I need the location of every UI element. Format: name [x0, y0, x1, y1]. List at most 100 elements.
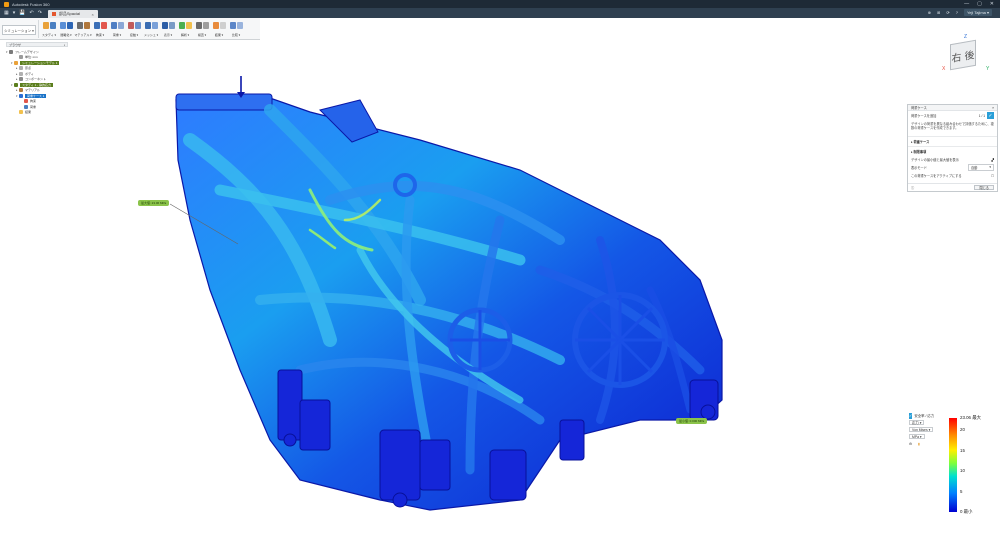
- ribbon-group-label[interactable]: マテリアル ▾: [74, 33, 91, 37]
- tab-close-icon[interactable]: ×: [92, 12, 94, 17]
- max-probe-label[interactable]: 最大値: 23.06 MPa: [138, 200, 170, 206]
- ribbon-tool-icon[interactable]: [66, 22, 73, 29]
- 3d-viewport[interactable]: 最大値: 23.06 MPa 最小値: 0.000 MPa: [0, 40, 1000, 554]
- browser-collapse-icon[interactable]: ▪: [64, 43, 65, 47]
- job-status-icon[interactable]: ⟳: [946, 10, 949, 15]
- ribbon-group-label[interactable]: 解析 ▾: [181, 33, 189, 37]
- close-window-button[interactable]: ✕: [990, 1, 994, 7]
- undo-icon[interactable]: ↶: [29, 10, 33, 16]
- help-icon[interactable]: ?: [956, 10, 958, 15]
- ribbon-group-3[interactable]: 拘束 ▾: [92, 20, 108, 37]
- ribbon-tool-icon[interactable]: [117, 22, 124, 29]
- ribbon-group-11[interactable]: 比較 ▾: [228, 20, 244, 37]
- ribbon-tool-icon[interactable]: [42, 22, 49, 29]
- minmax-toggle-icon[interactable]: ▞: [992, 158, 994, 162]
- ribbon-tool-icon[interactable]: [229, 22, 236, 29]
- load-case-dialog: 荷重ケース » 荷重ケースを追加 1 / 1 ✓ デザインの荷重を異なる組み合わ…: [907, 104, 998, 192]
- ribbon-tool-icon[interactable]: [93, 22, 100, 29]
- section-load-cases[interactable]: ▸ 荷重ケース: [908, 136, 997, 146]
- browser-title: ブラウザ: [9, 42, 22, 47]
- new-tab-icon[interactable]: ⊕: [928, 10, 931, 15]
- ribbon-group-1[interactable]: 簡略化 ▾: [58, 20, 74, 37]
- ribbon-group-label[interactable]: 荷重 ▾: [113, 33, 121, 37]
- user-account-menu[interactable]: Yeji Tajima ▾: [963, 9, 992, 16]
- ribbon-tool-icon[interactable]: [178, 22, 185, 29]
- ribbon-group-label[interactable]: 結果 ▾: [215, 33, 223, 37]
- browser-node[interactable]: ▾ シミュレーションモデル 1: [6, 60, 68, 66]
- legend-check-icon[interactable]: ✓: [909, 412, 913, 419]
- units-dropdown[interactable]: MPa ▾: [909, 434, 925, 439]
- ribbon-group-label[interactable]: スタディ ▾: [42, 33, 56, 37]
- tab-label: 部品Spacial: [58, 11, 81, 16]
- minimize-button[interactable]: —: [964, 1, 969, 7]
- ribbon-group-8[interactable]: 解析 ▾: [177, 20, 193, 37]
- file-menu-icon[interactable]: ▾: [13, 10, 16, 16]
- legend-settings-icon[interactable]: ⚙: [909, 442, 912, 446]
- ribbon-group-6[interactable]: メッシュ ▾: [143, 20, 159, 37]
- view-cube[interactable]: Z 右 後 X Y: [938, 34, 994, 78]
- ribbon-tool-icon[interactable]: [219, 22, 226, 29]
- ribbon-group-label[interactable]: 簡略化 ▾: [60, 33, 71, 37]
- ribbon-group-icons: [178, 20, 192, 31]
- ribbon-group-9[interactable]: 検査 ▾: [194, 20, 210, 37]
- ribbon-group-icons: [93, 20, 107, 31]
- browser-node-label: マテリアル: [25, 88, 40, 93]
- extensions-icon[interactable]: ⊞: [937, 10, 940, 15]
- ribbon-tool-icon[interactable]: [168, 22, 175, 29]
- ribbon-group-7[interactable]: 表示 ▾: [160, 20, 176, 37]
- ribbon-tool-icon[interactable]: [127, 22, 134, 29]
- ribbon-tool-icon[interactable]: [134, 22, 141, 29]
- ribbon-group-label[interactable]: メッシュ ▾: [144, 33, 158, 37]
- ribbon-group-2[interactable]: マテリアル ▾: [74, 20, 92, 37]
- ribbon-group-label[interactable]: 拘束 ▾: [96, 33, 104, 37]
- ribbon-group-5[interactable]: 接触 ▾: [126, 20, 142, 37]
- tab-document[interactable]: 部品Spacial ×: [47, 10, 98, 18]
- ribbon-tool-icon[interactable]: [100, 22, 107, 29]
- ribbon-tool-icon[interactable]: [236, 22, 243, 29]
- dialog-title: 荷重ケース: [911, 106, 927, 110]
- section-limits[interactable]: ▸ 制限事項: [908, 146, 997, 156]
- ribbon-tool-icon[interactable]: [144, 22, 151, 29]
- ribbon-group-label[interactable]: 比較 ▾: [232, 33, 240, 37]
- ribbon-tool-icon[interactable]: [195, 22, 202, 29]
- ribbon-tool-icon[interactable]: [151, 22, 158, 29]
- min-probe-label[interactable]: 最小値: 0.000 MPa: [676, 418, 708, 424]
- quick-access-toolbar: ▦ ▾ 💾 ↶ ↷: [0, 10, 48, 18]
- ribbon-group-label[interactable]: 検査 ▾: [198, 33, 206, 37]
- ribbon-tool-icon[interactable]: [49, 22, 56, 29]
- ribbon-group-4[interactable]: 荷重 ▾: [109, 20, 125, 37]
- load-case-check-icon[interactable]: ✓: [987, 112, 994, 119]
- legend-chart-icon[interactable]: ▮: [918, 442, 920, 446]
- ribbon-group-label[interactable]: 表示 ▾: [164, 33, 172, 37]
- redo-icon[interactable]: ↷: [38, 10, 42, 16]
- data-panel-icon[interactable]: ▦: [4, 10, 9, 16]
- legend-controls: ✓ 安全率 / 応力 応力 ▾ Von Mises ▾ MPa ▾ ⚙ ▮: [909, 412, 934, 447]
- ribbon-tool-icon[interactable]: [185, 22, 192, 29]
- stress-result-model[interactable]: [0, 40, 1000, 554]
- info-icon[interactable]: ⓘ: [911, 185, 914, 190]
- save-icon[interactable]: 💾: [19, 10, 25, 16]
- legend-tick-label: 0 最小: [960, 509, 973, 514]
- view-cube-face[interactable]: 右 後: [950, 39, 976, 71]
- ribbon-group-0[interactable]: スタディ ▾: [41, 20, 57, 37]
- ribbon-group-10[interactable]: 結果 ▾: [211, 20, 227, 37]
- ribbon-tool-icon[interactable]: [212, 22, 219, 29]
- ribbon-tool-icon[interactable]: [202, 22, 209, 29]
- result-component-dropdown[interactable]: Von Mises ▾: [909, 427, 934, 432]
- node-icon: [9, 49, 13, 54]
- ribbon-tool-icon[interactable]: [83, 22, 90, 29]
- maximize-button[interactable]: ▢: [977, 1, 982, 7]
- browser-node[interactable]: 結果: [6, 110, 68, 116]
- ribbon-group-label[interactable]: 接触 ▾: [130, 33, 138, 37]
- result-type-dropdown[interactable]: 応力 ▾: [909, 420, 925, 425]
- dialog-close-icon[interactable]: »: [992, 106, 994, 110]
- ribbon-tool-icon[interactable]: [161, 22, 168, 29]
- ribbon-tool-icon[interactable]: [59, 22, 66, 29]
- display-mode-dropdown[interactable]: 自動 ▾: [968, 164, 994, 171]
- close-button[interactable]: 閉じる: [974, 185, 994, 190]
- activate-checkbox[interactable]: ☐: [991, 174, 994, 178]
- ribbon-tool-icon[interactable]: [110, 22, 117, 29]
- workspace-switcher[interactable]: シミュレーション ▾: [2, 25, 36, 35]
- ribbon-tool-icon[interactable]: [76, 22, 83, 29]
- x-axis-label: X: [942, 66, 946, 72]
